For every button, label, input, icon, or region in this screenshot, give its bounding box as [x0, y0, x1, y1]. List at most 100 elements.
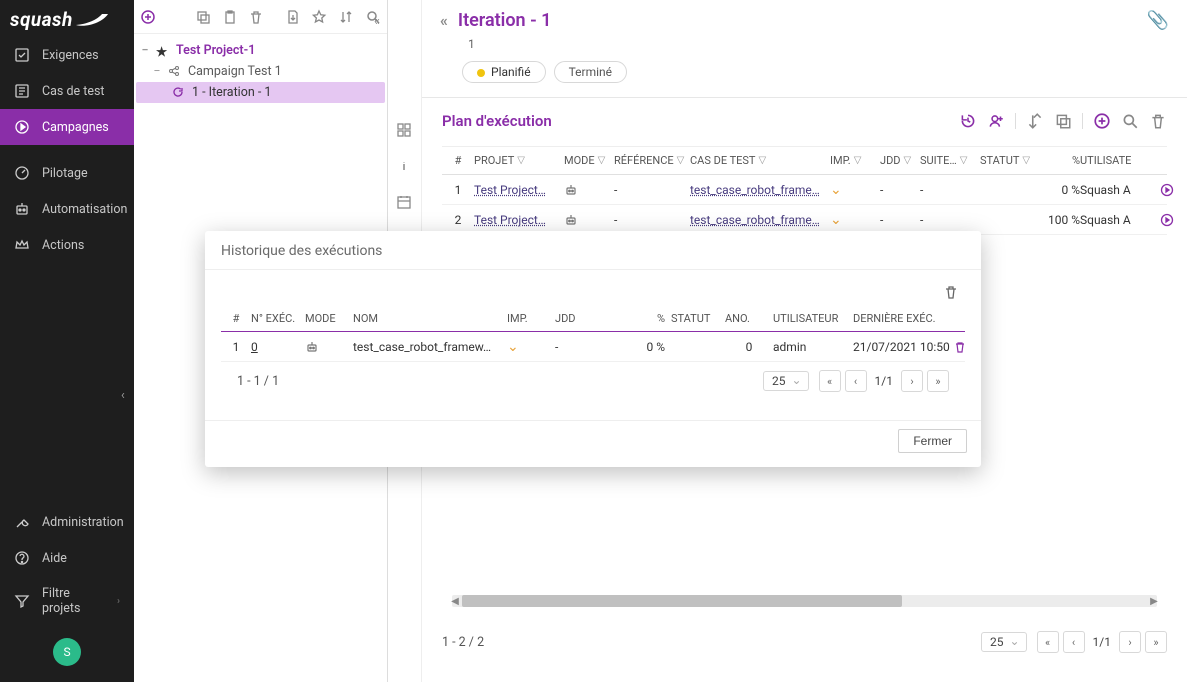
tree-project-label[interactable]: Test Project-1: [176, 43, 255, 58]
paste-icon[interactable]: [221, 8, 238, 26]
collapse-icon[interactable]: −: [152, 64, 162, 79]
scroll-left-icon[interactable]: ◀: [448, 595, 462, 607]
last-page-button[interactable]: »: [927, 370, 949, 392]
dashboard-icon[interactable]: [396, 122, 414, 140]
copy-icon[interactable]: [195, 8, 212, 26]
last-page-button[interactable]: »: [1145, 631, 1167, 653]
horizontal-scrollbar[interactable]: ◀ ▶: [452, 595, 1157, 607]
trash-icon[interactable]: [943, 284, 959, 300]
collapse-icon[interactable]: −: [140, 43, 150, 58]
scroll-right-icon[interactable]: ▶: [1147, 595, 1161, 607]
tree-campaign[interactable]: − Campaign Test 1: [136, 61, 385, 82]
sidebar-item-automatisation[interactable]: Automatisation ›: [0, 191, 134, 227]
col-jdd[interactable]: JDD ▽: [880, 154, 920, 167]
filter-icon[interactable]: ▽: [904, 155, 912, 166]
col-mode[interactable]: MODE ▽: [564, 154, 614, 167]
page-title: Iteration - 1: [458, 10, 552, 31]
sidebar-item-cas-de-test[interactable]: Cas de test: [0, 73, 134, 109]
sort-icon[interactable]: [338, 8, 355, 26]
mcol-mode[interactable]: MODE: [305, 312, 353, 325]
play-icon[interactable]: [1160, 213, 1174, 227]
export-icon[interactable]: [285, 8, 302, 26]
sidebar-item-administration[interactable]: Administration ›: [0, 504, 134, 540]
cell-test[interactable]: test_case_robot_frame…: [690, 213, 830, 227]
prev-page-button[interactable]: ‹: [845, 370, 867, 392]
sidebar-collapse-icon[interactable]: ‹: [121, 388, 135, 402]
play-icon[interactable]: [1160, 183, 1174, 197]
plan-row[interactable]: 1 Test Project… - test_case_robot_frame……: [442, 175, 1167, 205]
col-imp[interactable]: IMP. ▽: [830, 154, 880, 167]
modal-range: 1 - 1 / 1: [237, 374, 753, 389]
cell-project[interactable]: Test Project…: [474, 213, 564, 227]
trash-icon[interactable]: [953, 340, 983, 354]
next-page-button[interactable]: ›: [901, 370, 923, 392]
add-icon[interactable]: [1093, 112, 1111, 130]
col-suite[interactable]: SUITE… ▽: [920, 154, 980, 167]
info-icon[interactable]: [396, 158, 414, 176]
sidebar-item-actions[interactable]: Actions: [0, 227, 134, 263]
prev-page-button[interactable]: ‹: [1063, 631, 1085, 653]
filter-icon[interactable]: ▽: [854, 155, 862, 166]
page-size-select[interactable]: 25: [981, 632, 1027, 652]
add-icon[interactable]: [140, 8, 157, 26]
mcol-pct[interactable]: %: [625, 312, 671, 325]
col-pct[interactable]: %: [1032, 154, 1080, 167]
sidebar-item-campagnes[interactable]: Campagnes: [0, 109, 134, 145]
mcol-imp[interactable]: IMP.: [507, 312, 555, 325]
trash-icon[interactable]: [1149, 112, 1167, 130]
filter-icon[interactable]: ▽: [598, 155, 606, 166]
mcol-last[interactable]: DERNIÈRE EXÉC.: [853, 312, 953, 325]
first-page-button[interactable]: «: [819, 370, 841, 392]
cell-test[interactable]: test_case_robot_frame…: [690, 183, 830, 197]
col-cas-de-test[interactable]: CAS DE TEST ▽: [690, 154, 830, 167]
attachment-icon[interactable]: 📎: [1147, 10, 1169, 31]
sidebar-item-aide[interactable]: Aide: [0, 540, 134, 576]
mcol-nom[interactable]: NOM: [353, 312, 507, 325]
modal-title: Historique des exécutions: [205, 231, 981, 270]
filter-icon[interactable]: ▽: [517, 155, 525, 166]
calendar-icon[interactable]: [396, 194, 414, 212]
filter-icon[interactable]: ▽: [960, 155, 968, 166]
pill-termine[interactable]: Terminé: [554, 61, 627, 83]
mcell-exec[interactable]: 0: [251, 340, 258, 354]
reorder-icon[interactable]: [1026, 112, 1044, 130]
favorite-icon[interactable]: [311, 8, 328, 26]
duplicate-icon[interactable]: [1054, 112, 1072, 130]
col-reference[interactable]: RÉFÉRENCE ▽: [614, 154, 690, 167]
filter-icon[interactable]: ▽: [677, 155, 685, 166]
filter-icon[interactable]: ▽: [1022, 155, 1030, 166]
mcol-user[interactable]: UTILISATEUR: [773, 312, 853, 325]
search-icon[interactable]: [1121, 112, 1139, 130]
cell-project[interactable]: Test Project…: [474, 183, 564, 197]
user-assign-icon[interactable]: [987, 112, 1005, 130]
close-button[interactable]: Fermer: [898, 429, 967, 453]
scroll-thumb[interactable]: [462, 595, 902, 607]
sidebar-item-filtre-projets[interactable]: Filtre projets ›: [0, 576, 134, 626]
tree-iteration[interactable]: 1 - Iteration - 1: [136, 82, 385, 103]
first-page-button[interactable]: «: [1037, 631, 1059, 653]
mcol-ano[interactable]: ANO.: [725, 312, 773, 325]
col-statut[interactable]: STATUT ▽: [980, 154, 1032, 167]
col-num[interactable]: #: [442, 154, 474, 167]
user-avatar[interactable]: S: [53, 638, 81, 666]
next-page-button[interactable]: ›: [1119, 631, 1141, 653]
tree-project[interactable]: − ★ Test Project-1: [136, 40, 385, 61]
history-icon[interactable]: [959, 112, 977, 130]
modal-row[interactable]: 1 0 test_case_robot_framew… ⌄ - 0 % 0 ad…: [221, 332, 965, 362]
back-icon[interactable]: «: [440, 11, 448, 30]
tree-campaign-label: Campaign Test 1: [188, 64, 282, 79]
collapse-panel-icon[interactable]: «: [374, 14, 392, 32]
sidebar-item-exigences[interactable]: Exigences: [0, 37, 134, 73]
modal-page-size-select[interactable]: 25: [763, 371, 809, 391]
mcol-num[interactable]: #: [221, 312, 251, 325]
col-projet[interactable]: PROJET ▽: [474, 154, 564, 167]
filter-icon[interactable]: ▽: [759, 155, 767, 166]
mcol-exec[interactable]: N° EXÉC.: [251, 312, 305, 325]
trash-icon[interactable]: [248, 8, 265, 26]
sidebar-item-pilotage[interactable]: Pilotage: [0, 155, 134, 191]
mcol-statut[interactable]: STATUT: [671, 312, 725, 325]
pill-planifie[interactable]: Planifié: [462, 61, 546, 83]
col-user[interactable]: UTILISATE: [1080, 154, 1160, 167]
mcol-jdd[interactable]: JDD: [555, 312, 625, 325]
importance-low-icon: ⌄: [830, 212, 880, 228]
